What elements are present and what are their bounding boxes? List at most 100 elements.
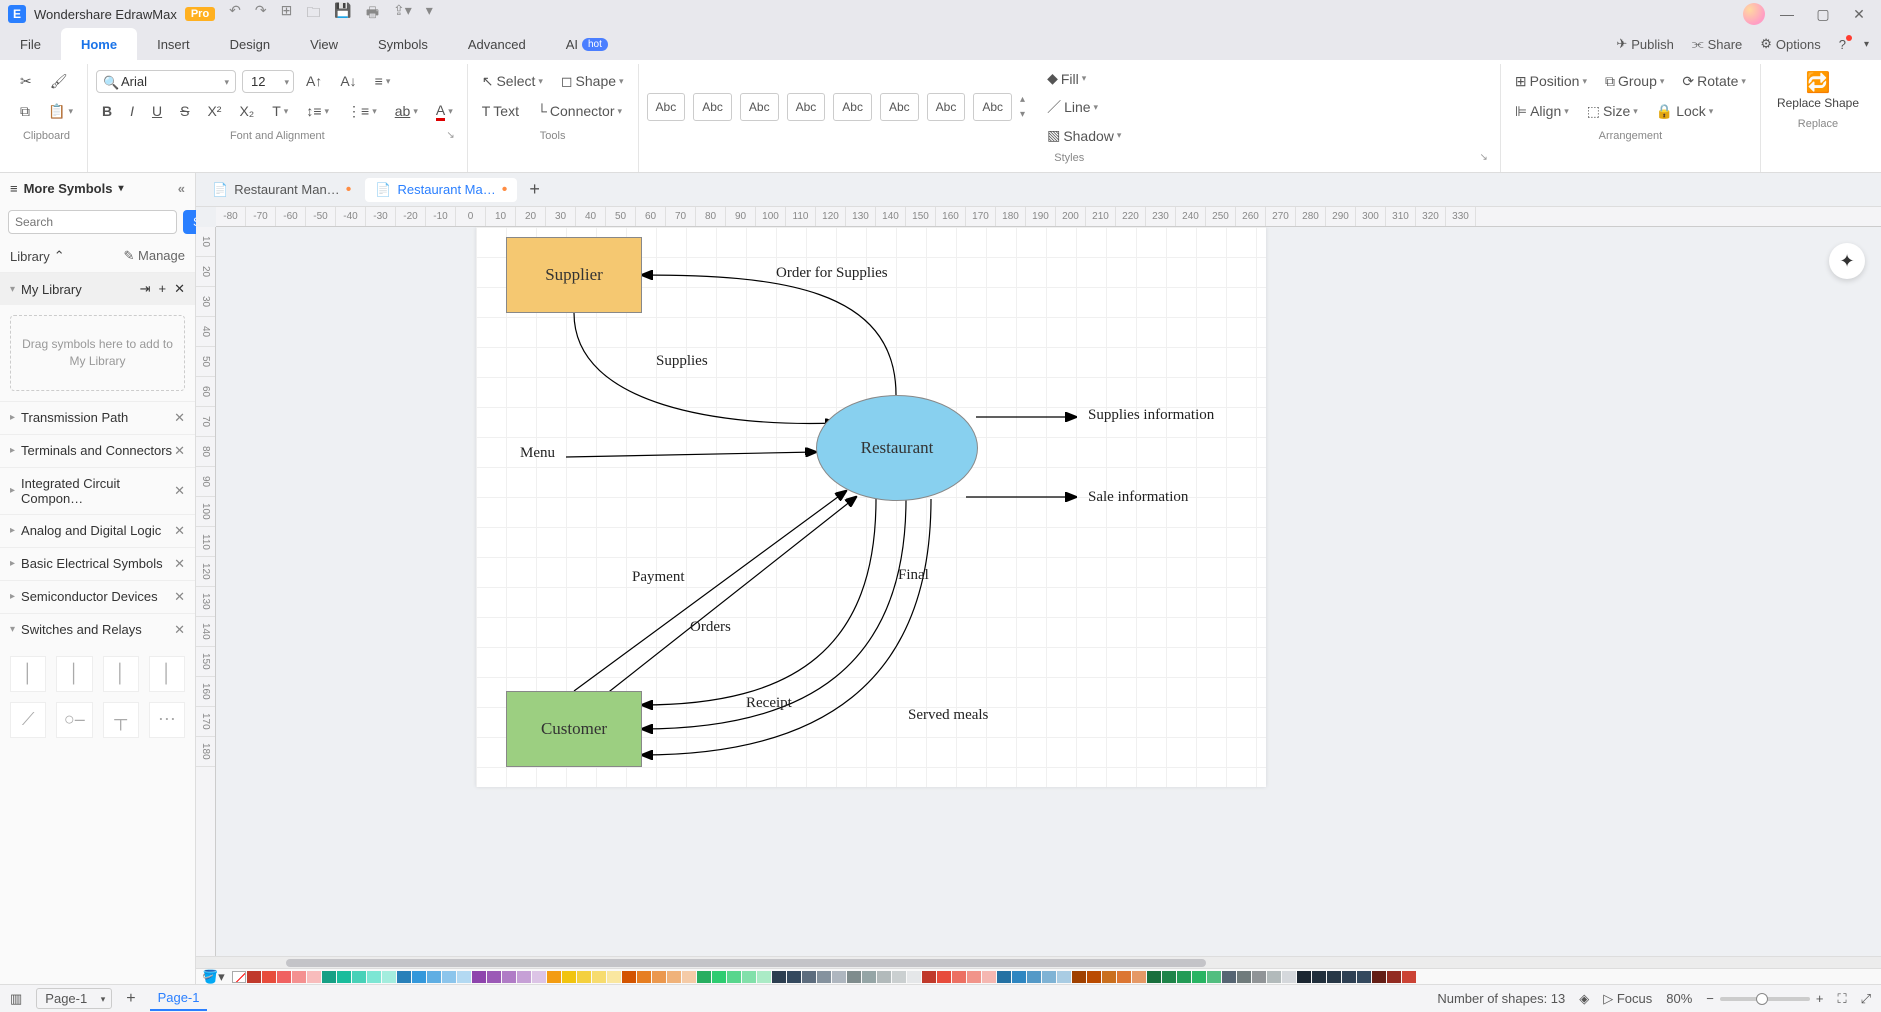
redo-icon[interactable]: ↷ <box>255 2 267 26</box>
color-swatch[interactable] <box>652 971 666 983</box>
close-category-icon[interactable]: ✕ <box>174 622 185 638</box>
color-swatch[interactable] <box>907 971 921 983</box>
style-preset-3[interactable]: Abc <box>740 93 779 121</box>
color-swatch[interactable] <box>1297 971 1311 983</box>
color-swatch[interactable] <box>502 971 516 983</box>
font-color-icon[interactable]: A▾ <box>430 98 459 125</box>
library-category[interactable]: ▸Basic Electrical Symbols✕ <box>0 547 195 580</box>
sidebar-title-caret-icon[interactable]: ▾ <box>118 183 123 194</box>
color-swatch[interactable] <box>1072 971 1086 983</box>
export-icon[interactable]: ⇪▾ <box>393 2 412 26</box>
color-swatch[interactable] <box>487 971 501 983</box>
restaurant-node[interactable]: Restaurant <box>816 395 978 501</box>
symbol-item[interactable]: │ <box>149 656 185 692</box>
page-tab-1[interactable]: Page-1 <box>150 986 208 1011</box>
color-swatch[interactable] <box>997 971 1011 983</box>
color-swatch[interactable] <box>307 971 321 983</box>
fit-page-icon[interactable]: ⛶ <box>1837 991 1846 1007</box>
symbol-item[interactable]: │ <box>56 656 92 692</box>
color-swatch[interactable] <box>1087 971 1101 983</box>
text-highlight-icon[interactable]: ab▾ <box>389 99 424 123</box>
style-preset-8[interactable]: Abc <box>973 93 1012 121</box>
color-swatch[interactable] <box>322 971 336 983</box>
close-category-icon[interactable]: ✕ <box>174 443 185 459</box>
symbol-item[interactable]: ⋯ <box>149 702 185 738</box>
color-swatch[interactable] <box>787 971 801 983</box>
color-swatch[interactable] <box>397 971 411 983</box>
open-icon[interactable]: 🗀 <box>306 2 320 26</box>
color-swatch[interactable] <box>1162 971 1176 983</box>
styles-scroll-up-icon[interactable]: ▴ <box>1020 94 1025 105</box>
library-label[interactable]: Library <box>10 249 50 264</box>
publish-button[interactable]: ✈ Publish <box>1616 36 1674 52</box>
manage-library-button[interactable]: ✎ Manage <box>124 248 186 264</box>
help-icon[interactable]: ? <box>1839 37 1846 52</box>
save-icon[interactable]: 💾 <box>334 2 351 26</box>
doc-tab-2[interactable]: 📄Restaurant Ma…• <box>365 178 517 202</box>
color-swatch[interactable] <box>877 971 891 983</box>
color-swatch[interactable] <box>1027 971 1041 983</box>
color-swatch[interactable] <box>292 971 306 983</box>
close-category-icon[interactable]: ✕ <box>174 589 185 605</box>
text-case-icon[interactable]: T▾ <box>266 99 294 123</box>
color-swatch[interactable] <box>1042 971 1056 983</box>
color-swatch[interactable] <box>982 971 996 983</box>
label-menu[interactable]: Menu <box>520 445 555 462</box>
symbol-search-input[interactable] <box>8 210 177 234</box>
color-swatch[interactable] <box>1012 971 1026 983</box>
color-swatch[interactable] <box>1342 971 1356 983</box>
color-swatch[interactable] <box>832 971 846 983</box>
bold-icon[interactable]: B <box>96 99 118 123</box>
symbol-item[interactable]: │ <box>10 656 46 692</box>
color-swatch[interactable] <box>1192 971 1206 983</box>
cut-icon[interactable]: ✂ <box>14 69 38 94</box>
page-selector[interactable]: Page-1▾ <box>36 988 112 1009</box>
options-button[interactable]: ⚙ Options <box>1760 36 1820 52</box>
color-swatch[interactable] <box>637 971 651 983</box>
color-swatch[interactable] <box>892 971 906 983</box>
color-swatch[interactable] <box>1117 971 1131 983</box>
no-fill-swatch[interactable] <box>232 971 246 983</box>
color-swatch[interactable] <box>532 971 546 983</box>
fill-button[interactable]: ◆ Fill▾ <box>1041 66 1127 91</box>
maximize-icon[interactable]: ▢ <box>1809 6 1837 23</box>
copy-icon[interactable]: ⧉ <box>14 99 36 124</box>
font-dialog-icon[interactable]: ↘ <box>446 130 454 141</box>
color-swatch[interactable] <box>517 971 531 983</box>
zoom-out-icon[interactable]: − <box>1706 991 1714 1006</box>
minimize-icon[interactable]: — <box>1773 6 1801 22</box>
color-swatch[interactable] <box>1132 971 1146 983</box>
color-swatch[interactable] <box>442 971 456 983</box>
color-swatch[interactable] <box>247 971 261 983</box>
size-button[interactable]: ⬚ Size▾ <box>1581 99 1644 124</box>
color-swatch[interactable] <box>1282 971 1296 983</box>
zoom-slider[interactable] <box>1720 997 1810 1001</box>
color-swatch[interactable] <box>922 971 936 983</box>
library-category[interactable]: ▸Transmission Path✕ <box>0 401 195 434</box>
styles-scroll-down-icon[interactable]: ▾ <box>1020 109 1025 120</box>
library-category[interactable]: ▸Terminals and Connectors✕ <box>0 434 195 467</box>
color-swatch[interactable] <box>817 971 831 983</box>
symbol-item[interactable]: ○– <box>56 702 92 738</box>
styles-dialog-icon[interactable]: ↘ <box>1480 152 1488 163</box>
color-swatch[interactable] <box>367 971 381 983</box>
color-swatch[interactable] <box>712 971 726 983</box>
color-swatch[interactable] <box>262 971 276 983</box>
color-swatch[interactable] <box>277 971 291 983</box>
menu-design[interactable]: Design <box>210 28 290 60</box>
color-swatch[interactable] <box>772 971 786 983</box>
color-swatch[interactable] <box>382 971 396 983</box>
color-swatch[interactable] <box>562 971 576 983</box>
color-swatch[interactable] <box>1207 971 1221 983</box>
menu-home[interactable]: Home <box>61 28 137 60</box>
help-caret-icon[interactable]: ▾ <box>1864 39 1869 50</box>
color-swatch[interactable] <box>1402 971 1416 983</box>
color-swatch[interactable] <box>862 971 876 983</box>
library-collapse-icon[interactable]: ⌃ <box>54 248 65 264</box>
align-button[interactable]: ⊫ Align▾ <box>1509 99 1575 124</box>
color-swatch[interactable] <box>952 971 966 983</box>
canvas[interactable]: Supplier Customer Restaurant Order for S… <box>216 227 1881 956</box>
style-preset-7[interactable]: Abc <box>927 93 966 121</box>
color-swatch[interactable] <box>607 971 621 983</box>
fill-bucket-icon[interactable]: 🪣▾ <box>202 969 225 985</box>
